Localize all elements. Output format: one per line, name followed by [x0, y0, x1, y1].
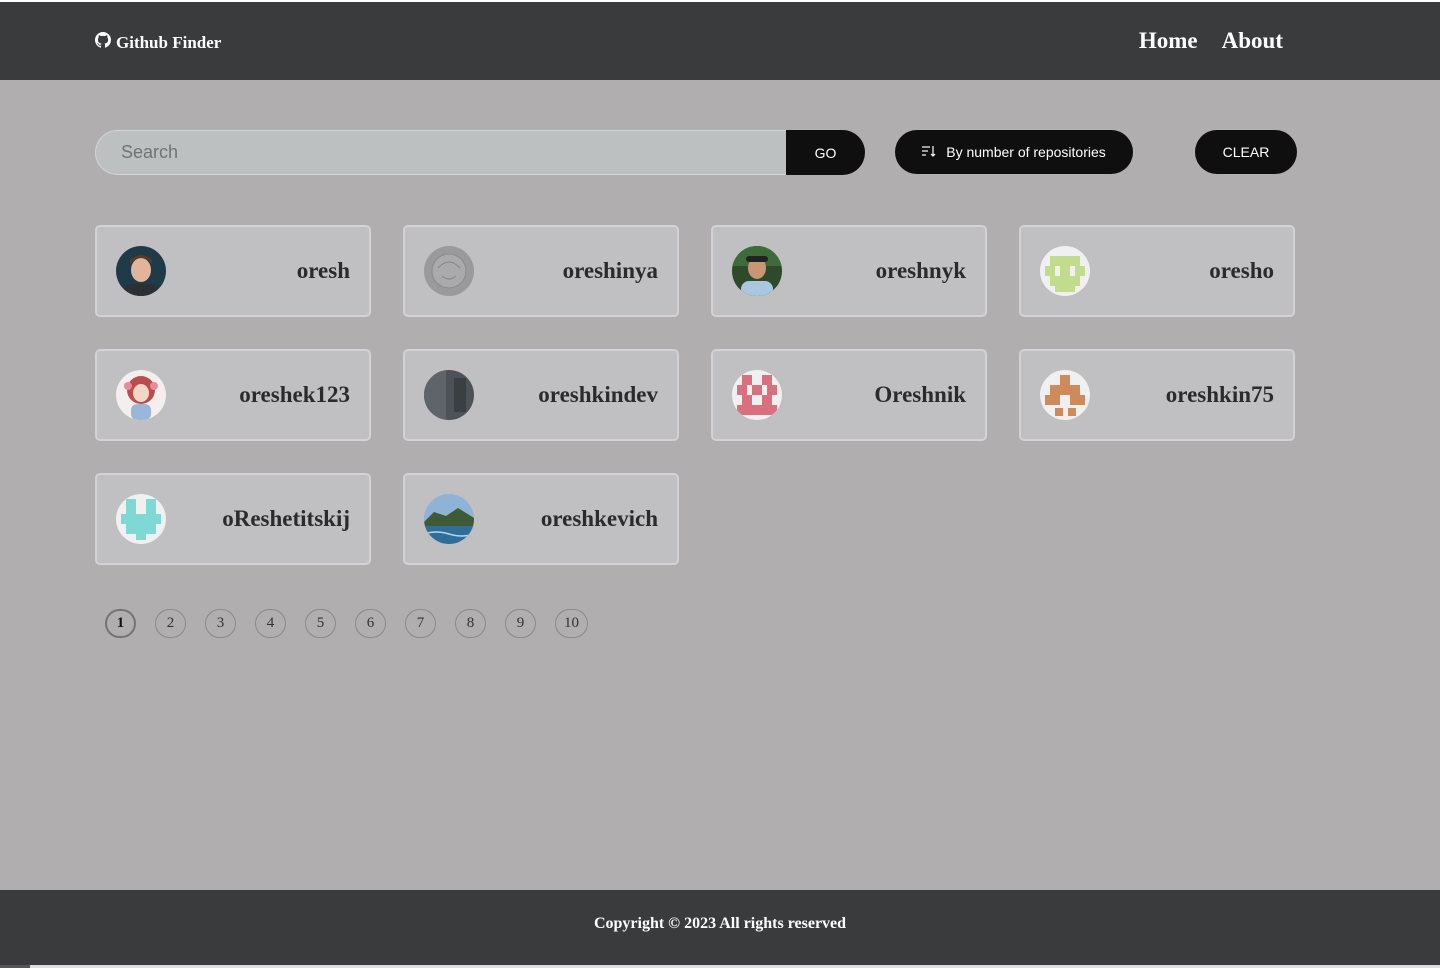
page-10-button[interactable]: 10: [555, 609, 588, 638]
sort-label: By number of repositories: [946, 144, 1106, 160]
user-card[interactable]: oreshinya: [403, 225, 679, 317]
avatar: [424, 246, 474, 296]
clear-button[interactable]: CLEAR: [1195, 130, 1297, 174]
user-card[interactable]: oresh: [95, 225, 371, 317]
page-6-button[interactable]: 6: [355, 609, 386, 638]
user-card[interactable]: oreshek123: [95, 349, 371, 441]
github-icon: [95, 32, 111, 53]
user-login: Oreshnik: [874, 382, 966, 407]
go-button[interactable]: GO: [786, 130, 865, 175]
user-login: oreshkin75: [1165, 382, 1274, 407]
avatar: [732, 370, 782, 420]
sort-icon: [922, 144, 936, 160]
avatar: [116, 246, 166, 296]
nav-home-link[interactable]: Home: [1139, 28, 1198, 54]
user-login: oreshkindev: [538, 382, 658, 407]
page-1-button[interactable]: 1: [105, 609, 136, 638]
user-card[interactable]: oreshkevich: [403, 473, 679, 565]
search-input[interactable]: [95, 130, 787, 175]
avatar: [116, 494, 166, 544]
user-card[interactable]: oreshkindev: [403, 349, 679, 441]
user-login: oreshek123: [239, 382, 350, 407]
user-grid: oresh oreshinya oreshnyk oresho oreshek1…: [95, 225, 1295, 565]
user-login: oresh: [296, 258, 350, 283]
user-card[interactable]: oreshnyk: [711, 225, 987, 317]
navbar: Github Finder Home About: [0, 2, 1440, 80]
user-card[interactable]: Oreshnik: [711, 349, 987, 441]
user-login: oReshetitskij: [222, 506, 350, 531]
avatar: [732, 246, 782, 296]
avatar: [424, 494, 474, 544]
nav-links: Home About: [1139, 28, 1283, 54]
search-form: GO: [95, 130, 865, 175]
user-login: oresho: [1209, 258, 1274, 283]
user-login: oreshkevich: [540, 506, 658, 531]
avatar: [1040, 246, 1090, 296]
brand-title: Github Finder: [116, 32, 222, 52]
page-7-button[interactable]: 7: [405, 609, 436, 638]
sort-by-repositories-button[interactable]: By number of repositories: [895, 130, 1133, 174]
avatar: [424, 370, 474, 420]
page-3-button[interactable]: 3: [205, 609, 236, 638]
page-9-button[interactable]: 9: [505, 609, 536, 638]
user-card[interactable]: oresho: [1019, 225, 1295, 317]
brand[interactable]: Github Finder: [95, 32, 221, 53]
user-login: oreshnyk: [875, 258, 966, 283]
copyright-text: Copyright © 2023 All rights reserved: [593, 915, 847, 932]
nav-about-link[interactable]: About: [1222, 28, 1283, 54]
avatar: [116, 370, 166, 420]
footer: Copyright © 2023 All rights reserved: [0, 890, 1440, 965]
user-card[interactable]: oreshkin75: [1019, 349, 1295, 441]
page-8-button[interactable]: 8: [455, 609, 486, 638]
page-5-button[interactable]: 5: [305, 609, 336, 638]
pagination: 1 2 3 4 5 6 7 8 9 10: [105, 609, 607, 638]
user-login: oreshinya: [562, 258, 658, 283]
page-4-button[interactable]: 4: [255, 609, 286, 638]
page-2-button[interactable]: 2: [155, 609, 186, 638]
user-card[interactable]: oReshetitskij: [95, 473, 371, 565]
avatar: [1040, 370, 1090, 420]
